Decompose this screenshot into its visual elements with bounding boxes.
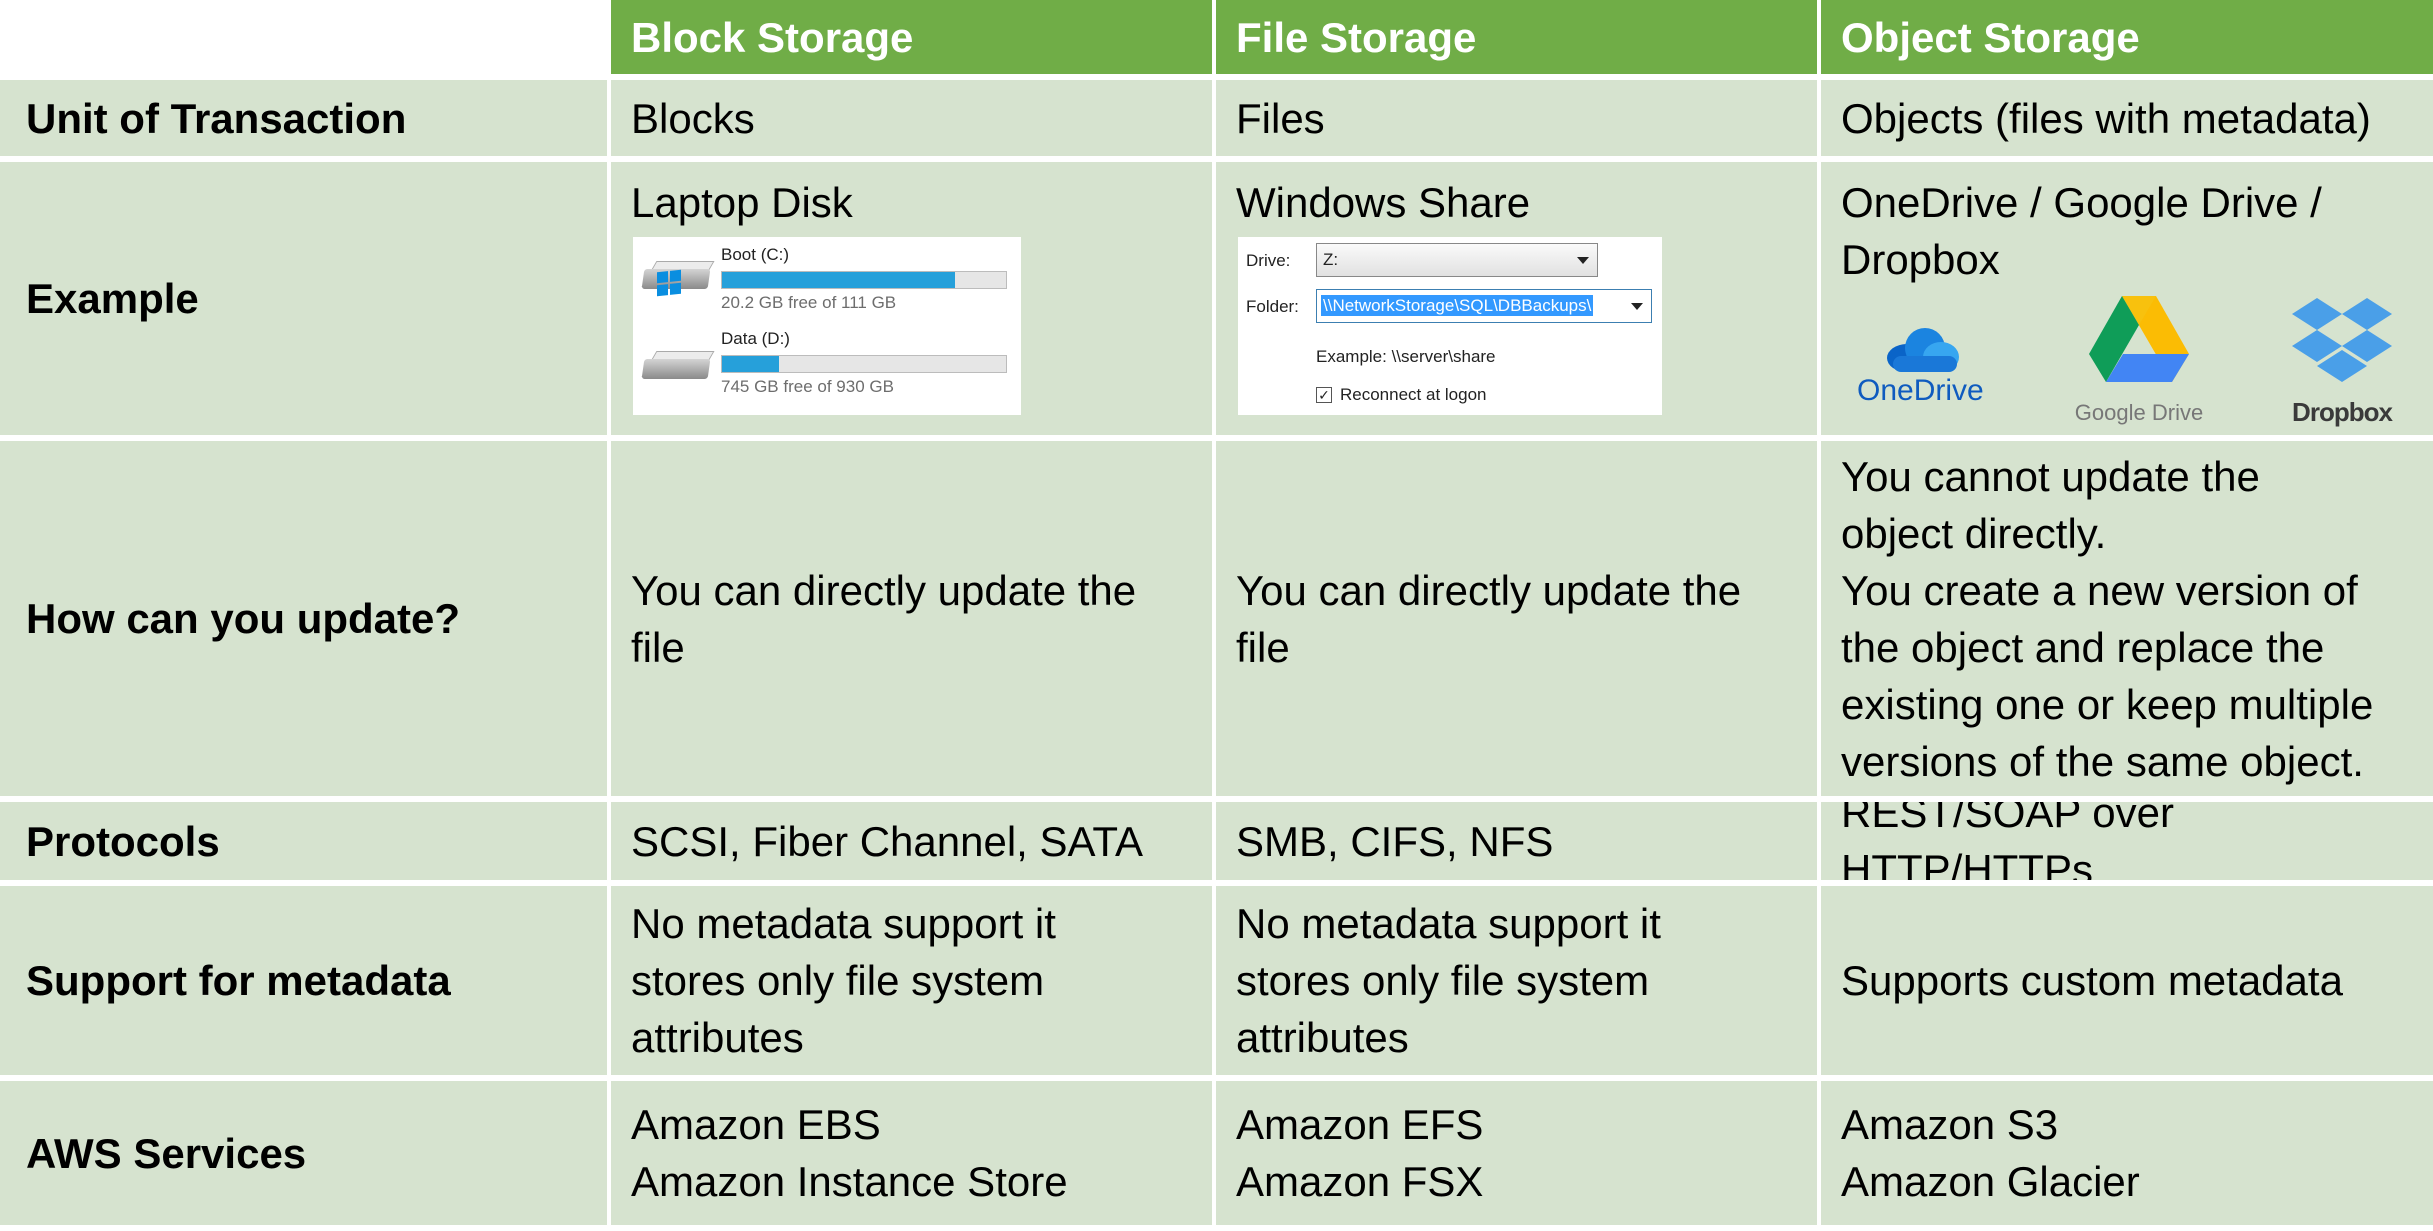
row-label-update: How can you update? <box>0 441 611 802</box>
google-drive-logo: Google Drive <box>2069 296 2209 426</box>
drive-c-free: 20.2 GB free of 111 GB <box>721 293 897 312</box>
windows-share-panel: Drive: Z: Folder: \\NetworkStorage\SQL\D… <box>1238 237 1662 415</box>
header-corner <box>0 0 611 80</box>
cloud-logos: OneDrive Google Drive Dropbox <box>1841 296 2417 426</box>
cell-update-file: You can directly update the file <box>1216 441 1821 802</box>
cell-example-file: Windows Share Drive: Z: Folder: \\Networ… <box>1216 162 1821 441</box>
chevron-down-icon <box>1631 303 1643 310</box>
folder-label: Folder: <box>1246 297 1299 316</box>
laptop-disk-panel: Boot (C:) 20.2 GB free of 111 GB Data (D… <box>633 237 1021 415</box>
onedrive-logo: OneDrive <box>1857 326 1987 408</box>
header-file-storage: File Storage <box>1216 0 1821 80</box>
drive-d-usage-bar <box>721 355 1007 373</box>
dropbox-icon <box>2292 298 2392 382</box>
row-label-example: Example <box>0 162 611 441</box>
google-drive-icon <box>2089 296 2189 382</box>
drive-select[interactable]: Z: <box>1316 243 1598 277</box>
cell-unit-object: Objects (files with metadata) <box>1821 80 2433 162</box>
reconnect-label: Reconnect at logon <box>1340 385 1487 404</box>
cell-update-object: You cannot update the object directly. Y… <box>1821 441 2433 802</box>
storage-comparison-table: Block Storage File Storage Object Storag… <box>0 0 2433 1231</box>
onedrive-logo-text: OneDrive <box>1857 374 1984 407</box>
drive-d-name: Data (D:) <box>721 329 790 348</box>
cell-aws-block: Amazon EBS Amazon Instance Store <box>611 1081 1216 1231</box>
drive-select-value: Z: <box>1323 250 1339 269</box>
row-label-unit: Unit of Transaction <box>0 80 611 162</box>
cell-metadata-object: Supports custom metadata <box>1821 886 2433 1081</box>
example-block-title: Laptop Disk <box>631 179 853 226</box>
dropbox-logo: Dropbox <box>2287 298 2397 426</box>
chevron-down-icon <box>1577 257 1589 264</box>
cell-protocols-file: SMB, CIFS, NFS <box>1216 802 1821 886</box>
example-object-title: OneDrive / Google Drive / Dropbox <box>1841 179 2322 283</box>
dropbox-logo-text: Dropbox <box>2292 397 2393 427</box>
folder-input-value: \\NetworkStorage\SQL\DBBackups\ <box>1321 295 1594 316</box>
reconnect-checkbox[interactable]: ✓ <box>1316 387 1332 403</box>
windows-drive-icon <box>641 251 715 297</box>
cell-protocols-object: REST/SOAP over HTTP/HTTPs <box>1821 802 2433 886</box>
row-label-protocols: Protocols <box>0 802 611 886</box>
row-label-metadata: Support for metadata <box>0 886 611 1081</box>
windows-logo-icon <box>657 269 681 297</box>
drive-c-name: Boot (C:) <box>721 245 790 264</box>
drive-icon <box>641 341 715 385</box>
header-object-storage: Object Storage <box>1821 0 2433 80</box>
folder-input[interactable]: \\NetworkStorage\SQL\DBBackups\ <box>1316 289 1652 323</box>
drive-c-usage-bar <box>721 271 1007 289</box>
onedrive-cloud-icon <box>1883 326 1959 372</box>
cell-unit-block: Blocks <box>611 80 1216 162</box>
cell-example-object: OneDrive / Google Drive / Dropbox OneDri… <box>1821 162 2433 441</box>
example-path-text: Example: \\server\share <box>1316 347 1496 366</box>
cell-metadata-block: No metadata support it stores only file … <box>611 886 1216 1081</box>
cell-protocols-block: SCSI, Fiber Channel, SATA <box>611 802 1216 886</box>
drive-d-free: 745 GB free of 930 GB <box>721 377 894 396</box>
cell-aws-object: Amazon S3 Amazon Glacier <box>1821 1081 2433 1231</box>
cell-update-block: You can directly update the file <box>611 441 1216 802</box>
cell-example-block: Laptop Disk Boot (C:) 20.2 GB free of 11… <box>611 162 1216 441</box>
drive-label: Drive: <box>1246 251 1291 270</box>
row-label-aws: AWS Services <box>0 1081 611 1231</box>
cell-metadata-file: No metadata support it stores only file … <box>1216 886 1821 1081</box>
cell-aws-file: Amazon EFS Amazon FSX <box>1216 1081 1821 1231</box>
google-drive-logo-text: Google Drive <box>2074 400 2204 425</box>
example-file-title: Windows Share <box>1236 179 1531 226</box>
cell-unit-file: Files <box>1216 80 1821 162</box>
header-block-storage: Block Storage <box>611 0 1216 80</box>
